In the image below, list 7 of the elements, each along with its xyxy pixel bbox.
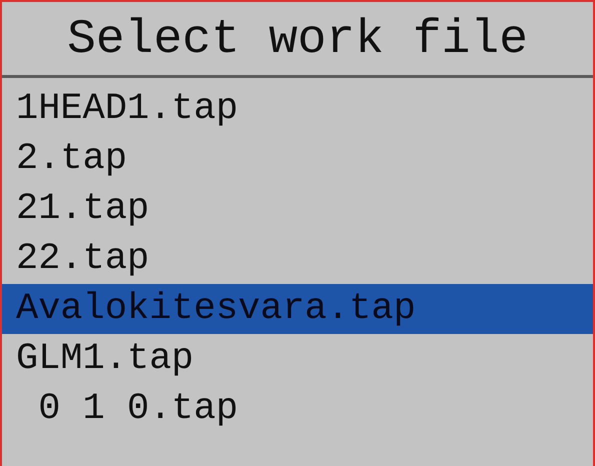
file-item[interactable]: 21.tap — [2, 184, 593, 234]
file-item[interactable]: 22.tap — [2, 234, 593, 284]
file-item[interactable]: GLM1.tap — [2, 334, 593, 384]
file-item[interactable]: 0 1 0.tap — [2, 384, 593, 434]
file-item[interactable]: 2.tap — [2, 134, 593, 184]
file-item[interactable]: 1HEAD1.tap — [2, 84, 593, 134]
dialog-title: Select work file — [2, 2, 593, 78]
